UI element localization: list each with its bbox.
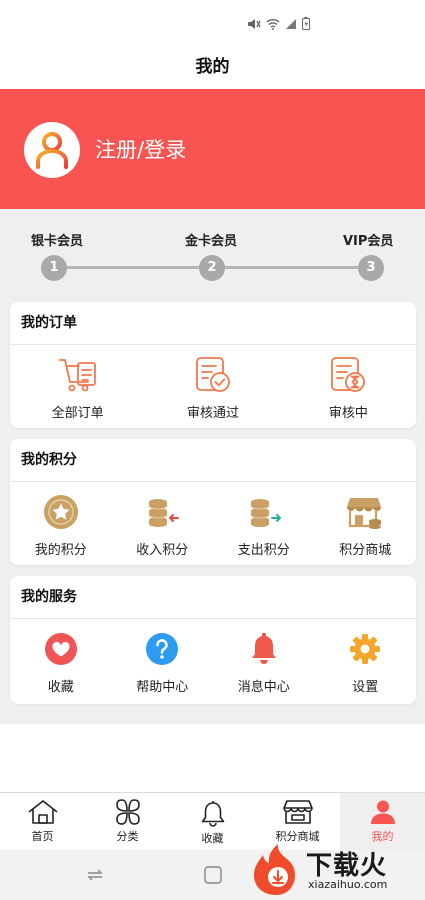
services-item-favorites[interactable]: 收藏 [10,619,112,701]
watermark-text: 下载火 [306,851,388,881]
services-item-settings[interactable]: 设置 [315,619,417,701]
orders-item-pending[interactable]: 审核中 [281,345,416,427]
services-card: 我的服务 收藏 帮助中心 消息中心 设置 [10,576,416,704]
points-card-title: 我的积分 [10,439,416,482]
flame-logo-icon [254,844,295,895]
services-item-label: 帮助中心 [136,680,189,695]
bottom-tab-bar: 首页 分类 收藏 积分商城 我的 [0,792,425,850]
points-item-income[interactable]: 收入积分 [112,482,214,564]
help-icon [142,629,182,669]
level-dot-1: 1 [41,255,67,281]
tab-mine[interactable]: 我的 [340,793,425,850]
level-label-silver: 银卡会员 [31,234,84,249]
mute-icon [248,18,261,29]
points-item-expense[interactable]: 支出积分 [213,482,315,564]
services-grid: 收藏 帮助中心 消息中心 设置 [10,619,416,701]
approved-icon [193,355,233,395]
store-icon [345,492,385,532]
points-card: 我的积分 我的积分 收入积分 支出积分 积分商城 [10,439,416,565]
services-item-help[interactable]: 帮助中心 [112,619,214,701]
points-item-label: 收入积分 [136,543,189,558]
services-item-label: 收藏 [47,680,74,695]
tab-label: 我的 [371,830,394,843]
level-label-vip: VIP会员 [343,234,394,249]
level-label-gold: 金卡会员 [185,234,238,249]
tab-category[interactable]: 分类 [85,793,170,850]
orders-card-title: 我的订单 [10,302,416,345]
points-item-mine[interactable]: 我的积分 [10,482,112,564]
tab-label: 积分商城 [275,830,320,843]
coins-out-icon [244,492,284,532]
orders-item-label: 审核中 [328,406,368,421]
category-icon [115,799,140,825]
battery-icon [302,17,310,30]
status-bar [0,0,425,50]
orders-item-label: 审核通过 [186,406,239,421]
signal-icon [286,18,296,29]
coins-in-icon [142,492,182,532]
services-card-title: 我的服务 [10,576,416,619]
orders-grid: 全部订单 审核通过 审核中 [10,345,416,427]
watermark-url: xiazaihuo.com [308,878,388,891]
bell-tab-icon [201,801,224,827]
pending-icon [328,355,368,395]
tab-label: 首页 [31,830,54,843]
points-item-label: 支出积分 [237,543,290,558]
user-avatar-icon [36,132,68,169]
heart-icon [41,629,81,669]
services-item-label: 设置 [352,680,379,695]
orders-item-all[interactable]: 全部订单 [10,345,145,427]
star-badge-icon [41,492,81,532]
points-item-mall[interactable]: 积分商城 [315,482,417,564]
points-grid: 我的积分 收入积分 支出积分 积分商城 [10,482,416,564]
wifi-icon [266,18,280,30]
services-item-messages[interactable]: 消息中心 [213,619,315,701]
home-icon [28,800,57,824]
home-button-icon[interactable] [203,865,223,885]
watermark-logo: 下载火 xiazaihuo.com [248,843,420,897]
tab-label: 收藏 [201,832,224,845]
status-icons [247,17,310,30]
profile-header[interactable]: 注册/登录 [0,89,425,209]
orders-card: 我的订单 全部订单 审核通过 审核中 [10,302,416,428]
membership-levels: 银卡会员 金卡会员 VIP会员 1 2 3 [0,230,425,290]
orders-item-approved[interactable]: 审核通过 [145,345,280,427]
avatar[interactable] [24,122,80,178]
tab-home[interactable]: 首页 [0,793,85,850]
gear-icon [345,629,385,669]
login-register-link[interactable]: 注册/登录 [95,134,186,164]
points-item-label: 我的积分 [34,543,87,558]
tab-points-mall[interactable]: 积分商城 [255,793,340,850]
shop-tab-icon [282,800,313,824]
tab-favorites[interactable]: 收藏 [170,793,255,850]
level-dot-3: 3 [358,255,384,281]
recent-apps-icon[interactable] [85,865,105,885]
tab-label: 分类 [116,830,139,843]
page-title: 我的 [195,57,230,77]
services-item-label: 消息中心 [237,680,290,695]
points-item-label: 积分商城 [339,543,392,558]
cart-icon [58,355,98,395]
user-tab-icon [370,800,395,824]
orders-item-label: 全部订单 [51,406,104,421]
level-dot-2: 2 [199,255,225,281]
bell-icon [244,629,284,669]
